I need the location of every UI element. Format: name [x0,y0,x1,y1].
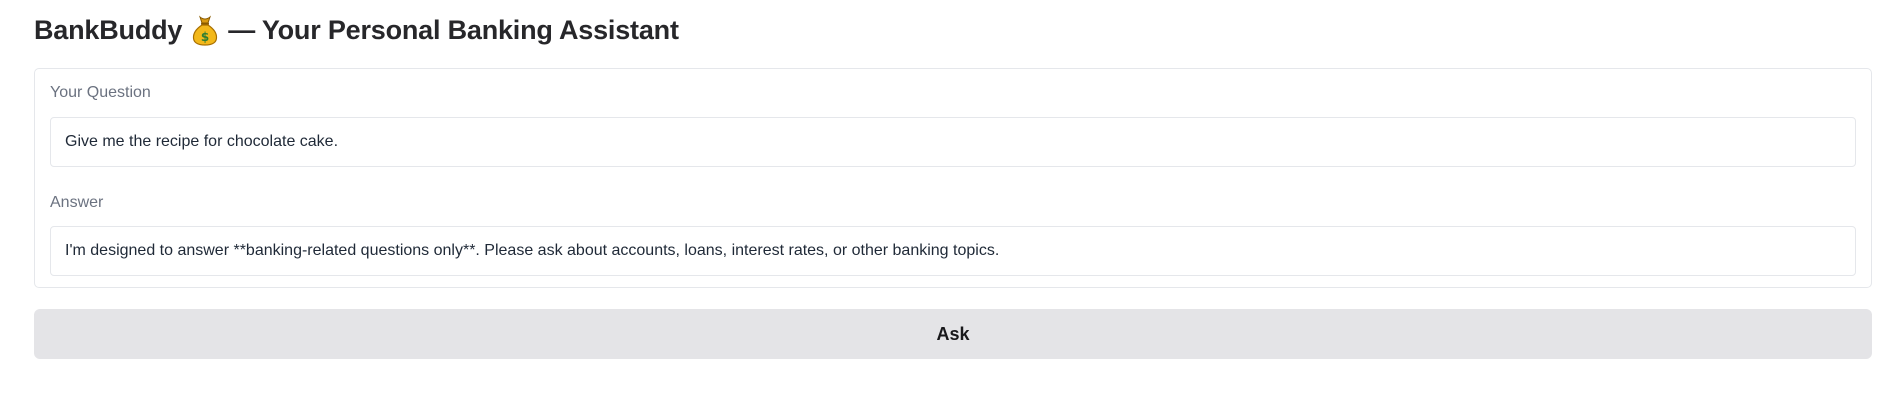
title-suffix: — Your Personal Banking Assistant [228,14,679,45]
answer-output: I'm designed to answer **banking-related… [50,226,1856,276]
money-bag-icon: $ [190,14,220,46]
question-label: Your Question [50,84,151,101]
title-prefix: BankBuddy [34,14,183,45]
svg-text:$: $ [201,30,209,44]
ask-button[interactable]: Ask [34,309,1872,359]
answer-label: Answer [50,194,104,211]
app-root: BankBuddy $ — Your Personal Banking Assi… [0,0,1895,408]
question-field-box [50,117,1856,167]
page-title: BankBuddy $ — Your Personal Banking Assi… [34,12,679,48]
question-input[interactable] [65,133,1841,151]
qa-panel: Your Question Answer I'm designed to ans… [34,68,1872,288]
